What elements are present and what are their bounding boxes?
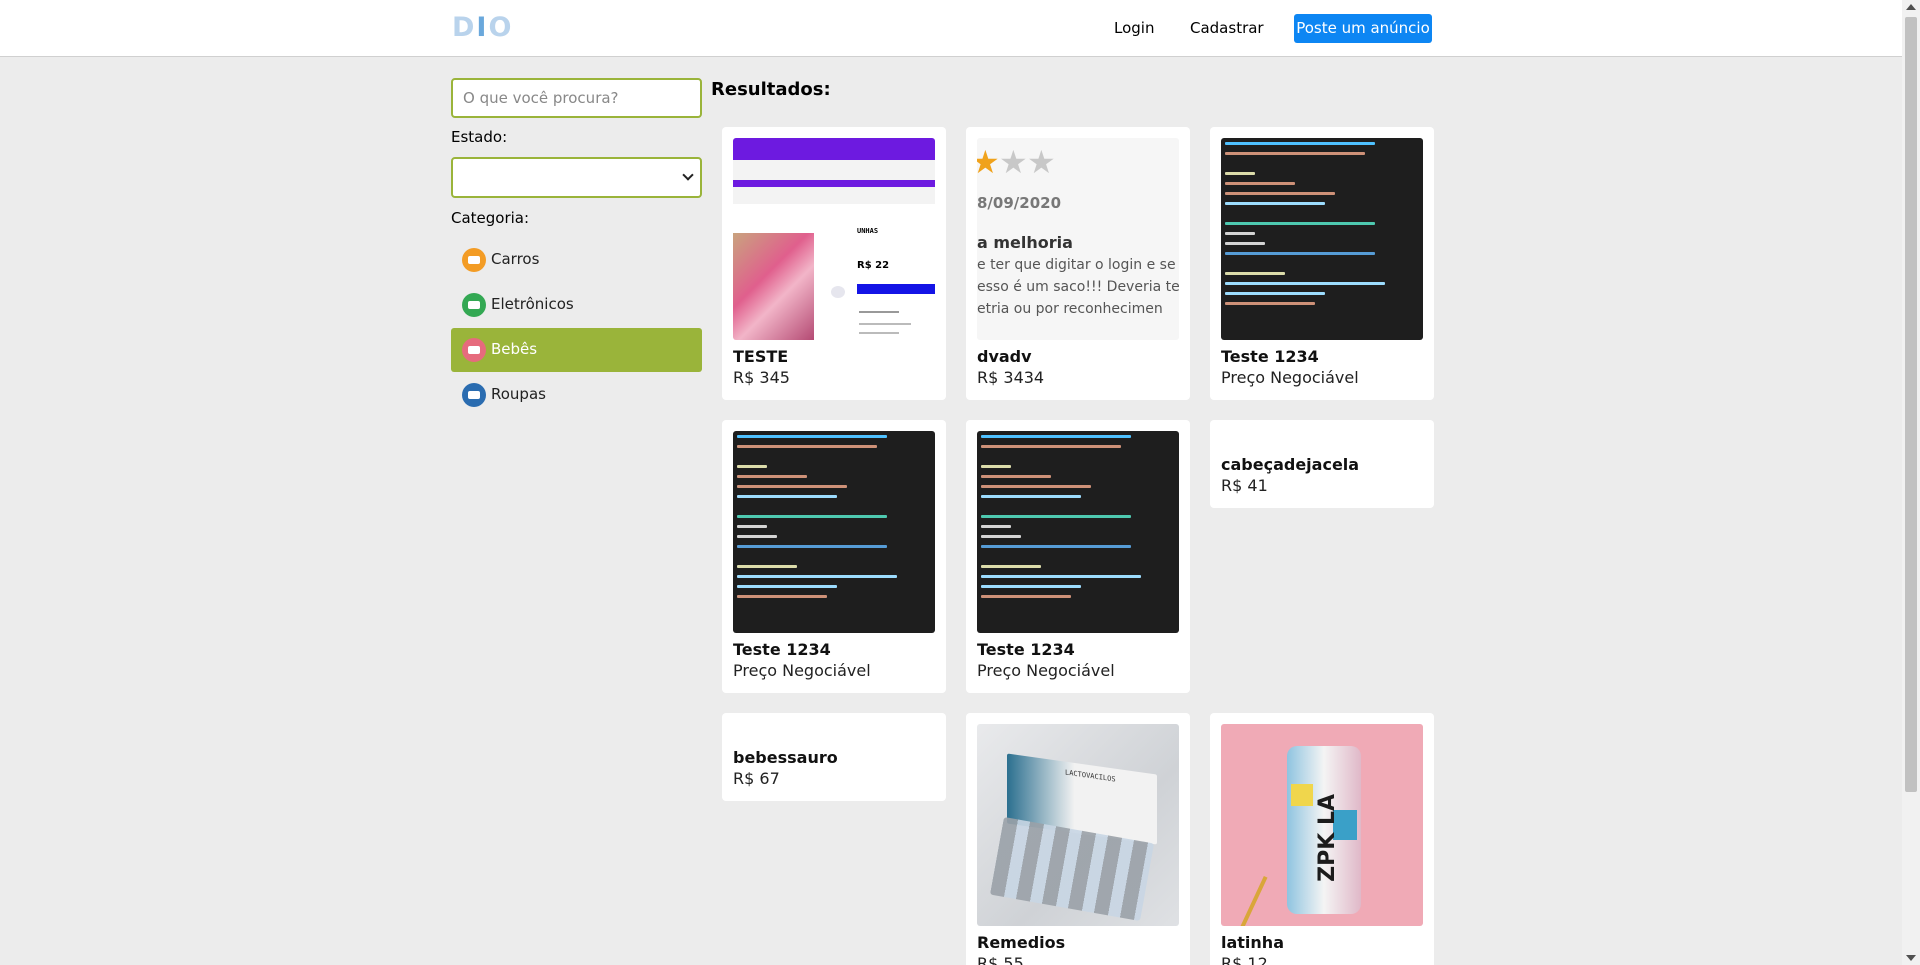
ad-title: bebessauro: [733, 748, 838, 767]
scroll-down-icon[interactable]: [1906, 955, 1916, 961]
category-eletronicos[interactable]: Eletrônicos: [451, 283, 702, 327]
scroll-up-icon[interactable]: [1906, 4, 1916, 10]
logo[interactable]: DIO: [452, 12, 513, 43]
ad-image: ZPK LA: [1221, 724, 1423, 926]
ad-price: Preço Negociável: [733, 661, 871, 680]
ad-image: [733, 431, 935, 633]
ad-image: LACTOVACILOS: [977, 724, 1179, 926]
category-label-text: Carros: [491, 250, 540, 268]
ad-price: R$ 12: [1221, 954, 1268, 965]
monitor-icon: [462, 293, 486, 317]
review-line: esso é um saco!!! Deveria te: [977, 279, 1179, 295]
ad-price: Preço Negociável: [977, 661, 1115, 680]
nails-heading: UNHAS: [857, 227, 879, 235]
state-select[interactable]: [451, 157, 702, 198]
ad-title: Teste 1234: [977, 640, 1075, 659]
review-date: 8/09/2020: [977, 194, 1062, 212]
category-carros[interactable]: Carros: [451, 238, 702, 282]
post-ad-button[interactable]: Poste um anúncio: [1294, 14, 1432, 43]
ad-title: Remedios: [977, 933, 1066, 952]
ad-card[interactable]: UNHAS R$ 22 TESTE R$ 345: [722, 127, 946, 400]
ad-title: dvadv: [977, 347, 1032, 366]
category-label-text: Bebês: [491, 340, 538, 358]
ad-card[interactable]: Teste 1234 Preço Negociável: [722, 420, 946, 693]
logo-letter-o: O: [488, 12, 514, 43]
car-icon: [462, 248, 486, 272]
ad-price: R$ 55: [977, 954, 1024, 965]
ad-card[interactable]: bebessauro R$ 67: [722, 713, 946, 801]
category-bebes[interactable]: Bebês: [451, 328, 702, 372]
ad-card[interactable]: LACTOVACILOS Remedios R$ 55: [966, 713, 1190, 965]
ad-title: Teste 1234: [733, 640, 831, 659]
ad-card[interactable]: ZPK LA latinha R$ 12: [1210, 713, 1434, 965]
top-navbar: DIO Login Cadastrar Poste um anúncio: [0, 0, 1902, 57]
ad-image: ★ ★ ★ 8/09/2020 a melhoria e ter que dig…: [977, 138, 1179, 340]
logo-letter-d: D: [452, 12, 477, 43]
review-line: etria ou por reconhecimen: [977, 301, 1163, 317]
shirt-icon: [462, 383, 486, 407]
ad-title: cabeçadejacela: [1221, 455, 1360, 474]
ad-card[interactable]: ★ ★ ★ 8/09/2020 a melhoria e ter que dig…: [966, 127, 1190, 400]
ad-image: [977, 431, 1179, 633]
star-icon: ★: [999, 143, 1028, 181]
baby-carriage-icon: [462, 338, 486, 362]
category-label-text: Roupas: [491, 385, 546, 403]
login-link[interactable]: Login: [1114, 19, 1154, 37]
ad-title: latinha: [1221, 933, 1284, 952]
ad-price: Preço Negociável: [1221, 368, 1359, 387]
star-icon: ★: [977, 143, 1000, 181]
ad-title: Teste 1234: [1221, 347, 1319, 366]
ad-card[interactable]: Teste 1234 Preço Negociável: [966, 420, 1190, 693]
ad-price: R$ 3434: [977, 368, 1045, 387]
logo-letter-i: I: [476, 12, 489, 43]
ad-title: TESTE: [733, 347, 789, 366]
ad-image: UNHAS R$ 22: [733, 138, 935, 340]
state-label: Estado:: [451, 128, 508, 146]
results-title: Resultados:: [711, 79, 831, 100]
ad-price: R$ 41: [1221, 476, 1268, 495]
ad-image: [1221, 138, 1423, 340]
review-line: e ter que digitar o login e se: [977, 257, 1176, 273]
scrollbar-thumb[interactable]: [1905, 17, 1917, 792]
search-input[interactable]: [451, 78, 702, 118]
category-label: Categoria:: [451, 209, 530, 227]
ad-card[interactable]: cabeçadejacela R$ 41: [1210, 420, 1434, 508]
ad-price: R$ 345: [733, 368, 790, 387]
star-icon: ★: [1027, 143, 1056, 181]
register-link[interactable]: Cadastrar: [1190, 19, 1264, 37]
nails-price: R$ 22: [857, 260, 890, 271]
can-label: ZPK LA: [1315, 794, 1340, 882]
ad-card[interactable]: Teste 1234 Preço Negociável: [1210, 127, 1434, 400]
review-heading: a melhoria: [977, 233, 1073, 252]
category-label-text: Eletrônicos: [491, 295, 574, 313]
ad-price: R$ 67: [733, 769, 780, 788]
chevron-down-icon: [682, 169, 694, 181]
category-roupas[interactable]: Roupas: [451, 373, 702, 417]
